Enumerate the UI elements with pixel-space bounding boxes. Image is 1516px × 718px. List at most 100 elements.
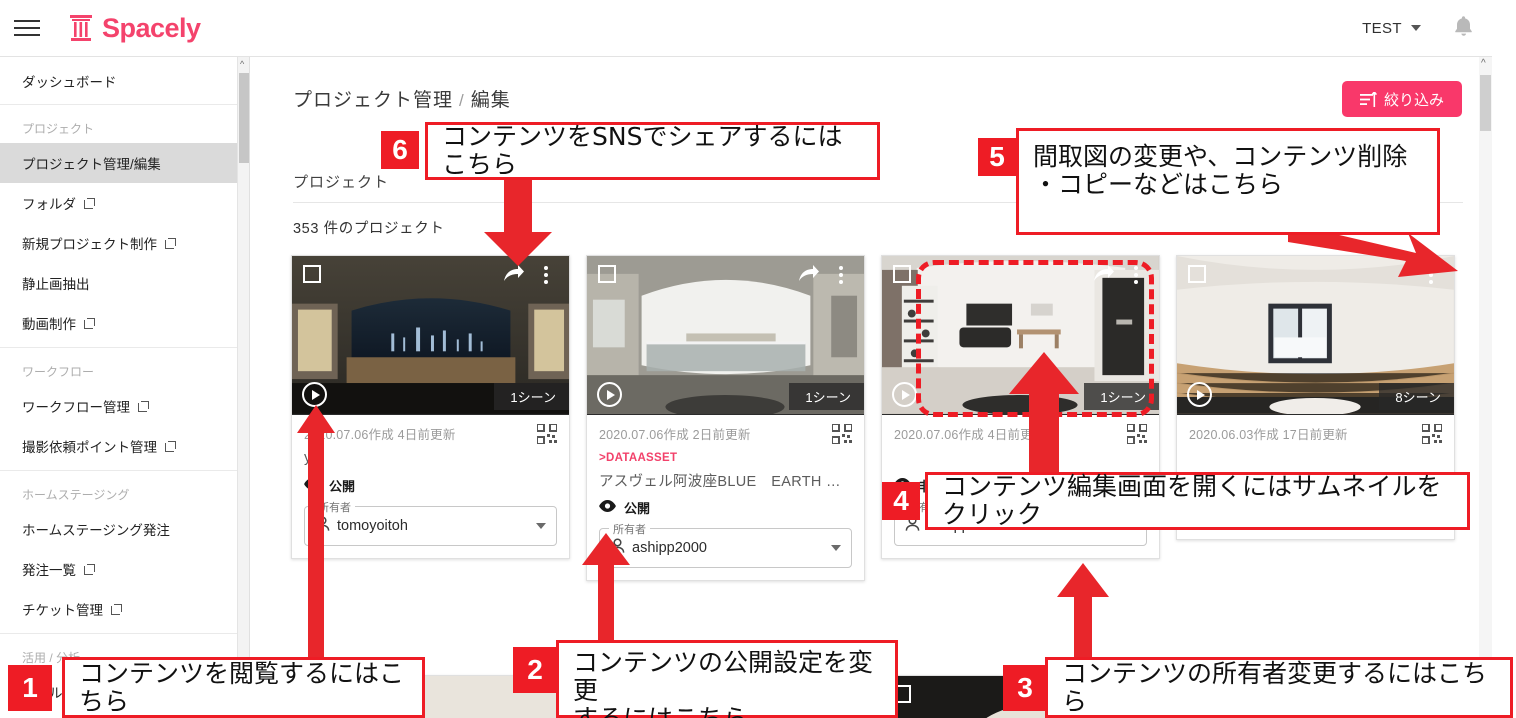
- annotation-1-text: コンテンツを閲覧するにはこちら: [79, 658, 405, 716]
- sidebar-item-label: ホームステージング発注: [22, 523, 170, 538]
- card-owner-select[interactable]: 所有者 ashipp2000: [599, 521, 852, 568]
- annotation-3: コンテンツの所有者変更するにはこちら: [1045, 657, 1513, 718]
- pillar-icon: [68, 13, 94, 43]
- annotation-6-box: コンテンツをSNSでシェアするにはこちら: [425, 122, 880, 180]
- sidebar-item-label: ダッシュボード: [22, 74, 117, 90]
- brand-logo[interactable]: Spacely: [68, 13, 201, 44]
- sidebar-scrollbar-thumb[interactable]: [239, 73, 249, 163]
- play-icon[interactable]: [302, 382, 327, 407]
- sidebar-item-label: 動画制作: [22, 317, 76, 332]
- card-visibility-toggle[interactable]: 公開: [599, 498, 852, 517]
- card-meta-row: 2020.07.06作成 2日前更新: [599, 423, 853, 445]
- chevron-down-icon: [536, 523, 546, 529]
- scroll-up-icon[interactable]: ^: [240, 60, 244, 69]
- scene-count-badge: 1シーン: [789, 383, 864, 410]
- main-scrollbar[interactable]: ^: [1479, 57, 1492, 718]
- sidebar-item-shooting-point-management[interactable]: 撮影依頼ポイント管理: [0, 426, 238, 466]
- annotation-2-text: コンテンツの公開設定を変更 するにはこちら: [573, 648, 874, 718]
- annotation-1-box: コンテンツを閲覧するにはこちら: [62, 657, 425, 718]
- eye-icon: [599, 500, 616, 515]
- play-icon[interactable]: [1187, 382, 1212, 407]
- sidebar-item-label: フォルダ: [22, 197, 76, 212]
- annotation-6-number: 6: [381, 131, 419, 169]
- project-thumbnail[interactable]: 1シーン: [292, 256, 569, 415]
- annotation-arrow-3: [1057, 563, 1109, 661]
- qr-code-icon[interactable]: [831, 423, 853, 445]
- card-visibility-label: 公開: [624, 501, 651, 516]
- account-name: TEST: [1362, 19, 1402, 37]
- share-icon[interactable]: [798, 264, 820, 284]
- annotation-1: コンテンツを閲覧するにはこちら: [62, 657, 425, 718]
- card-date: 2020.07.06作成 2日前更新: [599, 428, 751, 442]
- account-menu[interactable]: TEST: [1362, 20, 1421, 37]
- play-icon[interactable]: [597, 382, 622, 407]
- card-more-menu-icon[interactable]: [537, 264, 555, 286]
- sidebar-item-ticket-management[interactable]: チケット管理: [0, 589, 238, 629]
- breadcrumb-root[interactable]: プロジェクト管理: [293, 90, 453, 111]
- notification-bell-icon[interactable]: [1453, 14, 1474, 43]
- hamburger-menu-icon[interactable]: [14, 12, 46, 44]
- card-select-checkbox[interactable]: [1188, 265, 1206, 283]
- sidebar-scrollbar[interactable]: ^: [237, 57, 249, 718]
- card-title: y: [304, 450, 312, 466]
- sidebar-item-order-list[interactable]: 発注一覧: [0, 549, 238, 589]
- project-thumbnail[interactable]: 1シーン: [587, 256, 864, 415]
- sidebar-item-label: プロジェクト管理/編集: [22, 157, 161, 172]
- card-meta-row: 2020.07.06作成 4日前更新: [304, 423, 558, 445]
- card-meta-row: 2020.06.03作成 17日前更新: [1189, 423, 1443, 445]
- card-select-checkbox[interactable]: [893, 265, 911, 283]
- sidebar-item-home-staging-order[interactable]: ホームステージング発注: [0, 509, 238, 549]
- card-select-checkbox[interactable]: [598, 265, 616, 283]
- share-icon[interactable]: [503, 264, 525, 284]
- sidebar-group-label: ホームステージング: [22, 488, 130, 502]
- sidebar-item-folder[interactable]: フォルダ: [0, 183, 238, 223]
- main-scrollbar-thumb[interactable]: [1480, 75, 1491, 131]
- play-icon[interactable]: [892, 382, 917, 407]
- external-link-icon: [138, 400, 149, 412]
- qr-code-icon[interactable]: [1421, 423, 1443, 445]
- sidebar-group-home-staging: ホームステージング: [0, 471, 238, 509]
- external-link-icon: [84, 197, 95, 209]
- external-link-icon: [165, 440, 176, 452]
- sidebar-item-label: 撮影依頼ポイント管理: [22, 440, 157, 455]
- card-title: [1189, 450, 1442, 469]
- scroll-up-icon[interactable]: ^: [1481, 59, 1486, 69]
- breadcrumb-separator: /: [459, 91, 465, 110]
- annotation-2: コンテンツの公開設定を変更 するにはこちら: [556, 640, 898, 718]
- sidebar-item-project-management[interactable]: プロジェクト管理/編集: [0, 143, 238, 183]
- top-bar: Spacely TEST: [0, 0, 1492, 57]
- sidebar-group-workflow: ワークフロー: [0, 348, 238, 386]
- external-link-icon: [165, 237, 176, 249]
- annotation-6: コンテンツをSNSでシェアするにはこちら: [425, 122, 880, 180]
- annotation-5: 間取図の変更や、コンテンツ削除 ・コピーなどはこちら: [1016, 128, 1440, 235]
- annotation-arrow-6: [484, 176, 552, 266]
- annotation-3-box: コンテンツの所有者変更するにはこちら: [1045, 657, 1513, 718]
- sidebar-item-video-production[interactable]: 動画制作: [0, 303, 238, 343]
- annotation-5-box: 間取図の変更や、コンテンツ削除 ・コピーなどはこちら: [1016, 128, 1440, 235]
- card-title: アスヴェル阿波座BLUE EARTH …: [599, 474, 841, 490]
- tab-project[interactable]: プロジェクト: [293, 161, 389, 192]
- card-owner-select[interactable]: 所有者 tomoyoitoh: [304, 499, 557, 546]
- annotation-5-number: 5: [978, 138, 1016, 176]
- app-root: Spacely TEST ダッシュボード プロジェクト プロジェクト管理/編集 …: [0, 0, 1516, 718]
- external-link-icon: [84, 563, 95, 575]
- sidebar-item-label: 静止画抽出: [22, 277, 90, 292]
- filter-button[interactable]: 絞り込み: [1341, 81, 1462, 117]
- scene-count-badge: 8シーン: [1379, 383, 1454, 410]
- card-more-menu-icon[interactable]: [832, 264, 850, 286]
- annotation-2-number: 2: [513, 647, 557, 693]
- annotation-1-number: 1: [8, 665, 52, 711]
- qr-code-icon[interactable]: [1126, 423, 1148, 445]
- sidebar-item-label: 発注一覧: [22, 563, 76, 578]
- sidebar-item-dashboard[interactable]: ダッシュボード: [0, 57, 238, 105]
- sidebar: ダッシュボード プロジェクト プロジェクト管理/編集 フォルダ 新規プロジェクト…: [0, 57, 250, 718]
- card-select-checkbox[interactable]: [303, 265, 321, 283]
- annotation-arrow-4: [1009, 352, 1079, 492]
- sidebar-item-new-project[interactable]: 新規プロジェクト制作: [0, 223, 238, 263]
- filter-icon: [1359, 91, 1377, 107]
- sidebar-item-still-extract[interactable]: 静止画抽出: [0, 263, 238, 303]
- annotation-4-number: 4: [882, 482, 920, 520]
- qr-code-icon[interactable]: [536, 423, 558, 445]
- sidebar-item-workflow-management[interactable]: ワークフロー管理: [0, 386, 238, 426]
- card-visibility-toggle[interactable]: 公開: [304, 476, 557, 495]
